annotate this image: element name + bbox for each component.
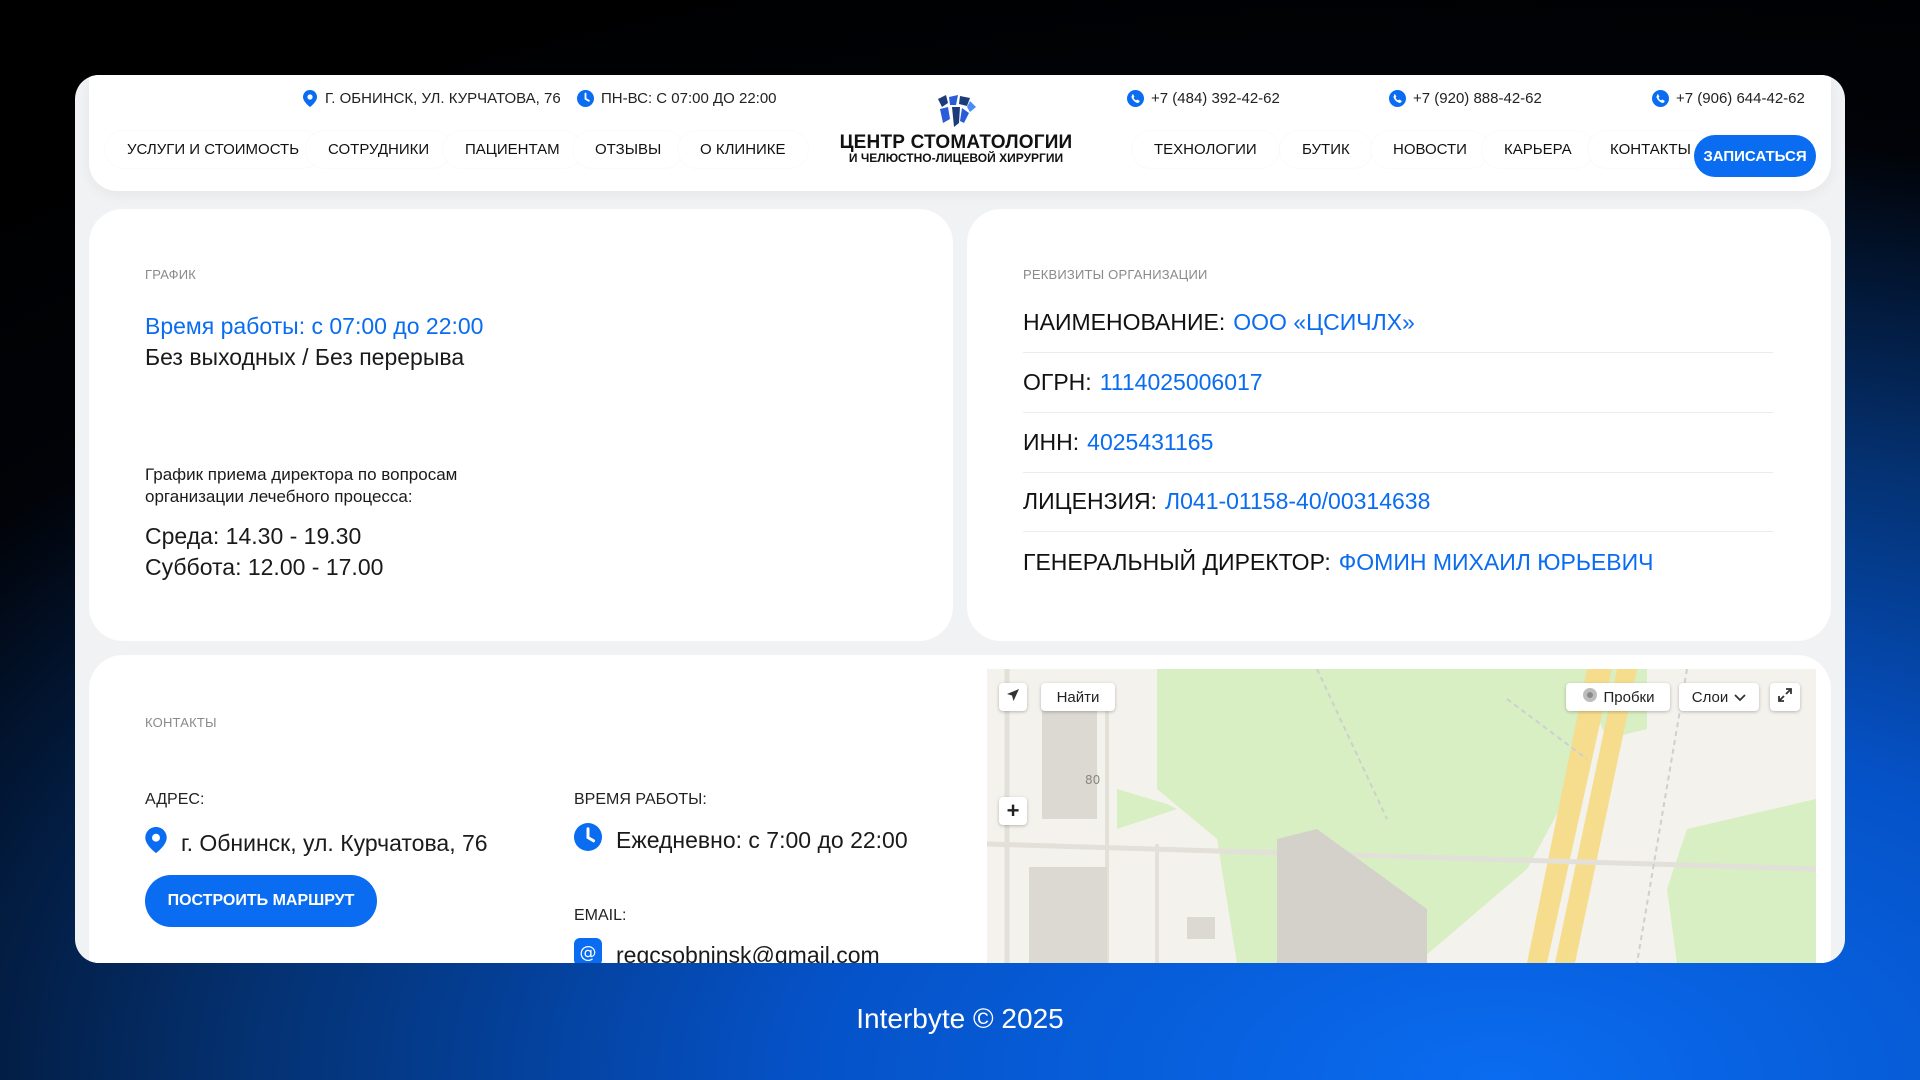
traffic-light-icon bbox=[1582, 687, 1598, 707]
requisite-row-director: ГЕНЕРАЛЬНЫЙ ДИРЕКТОР: ФОМИН МИХАИЛ ЮРЬЕВИ… bbox=[1023, 548, 1654, 575]
requisite-row-name: НАИМЕНОВАНИЕ: ООО «ЦСИЧЛХ» bbox=[1023, 293, 1773, 353]
yandex-map[interactable]: 80 Найти + Пробки Слои bbox=[987, 669, 1816, 963]
contact-address: г. Обнинск, ул. Курчатова, 76 bbox=[145, 827, 488, 859]
requisite-row-license: ЛИЦЕНЗИЯ: Л041-01158-40/00314638 bbox=[1023, 472, 1773, 532]
hours-label: ВРЕМЯ РАБОТЫ: bbox=[574, 791, 707, 808]
browser-page-frame: Г. ОБНИНСК, УЛ. КУРЧАТОВА, 76 ПН-ВС: С 0… bbox=[75, 75, 1845, 963]
nav-technologies[interactable]: ТЕХНОЛОГИИ bbox=[1132, 131, 1279, 168]
expand-icon bbox=[1778, 688, 1792, 706]
phone-icon bbox=[1127, 89, 1144, 107]
nav-staff[interactable]: СОТРУДНИКИ bbox=[306, 131, 452, 168]
footer-copyright: Interbyte © 2025 bbox=[856, 1003, 1064, 1034]
site-logo[interactable]: ЦЕНТР СТОМАТОЛОГИИ И ЧЕЛЮСТНО-ЛИЦЕВОЙ ХИ… bbox=[831, 93, 1081, 165]
nav-news[interactable]: НОВОСТИ bbox=[1371, 131, 1489, 168]
schedule-section-label: ГРАФИК bbox=[145, 267, 197, 282]
map-house-number: 80 bbox=[1085, 773, 1100, 787]
nav-career[interactable]: КАРЬЕРА bbox=[1482, 131, 1594, 168]
location-pin-icon bbox=[145, 827, 167, 859]
nav-services[interactable]: УСЛУГИ И СТОИМОСТЬ bbox=[105, 131, 322, 168]
director-schedule-days: Среда: 14.30 - 19.30 Суббота: 12.00 - 17… bbox=[145, 523, 384, 580]
director-schedule-note: График приема директора по вопросам орга… bbox=[145, 465, 458, 506]
requisite-row-ogrn: ОГРН: 1114025006017 bbox=[1023, 353, 1773, 413]
phone-icon bbox=[1652, 89, 1669, 107]
header-phone-3[interactable]: +7 (906) 644-42-62 bbox=[1652, 87, 1805, 109]
email-at-icon: @ bbox=[574, 938, 602, 963]
nav-reviews[interactable]: ОТЗЫВЫ bbox=[573, 131, 684, 168]
svg-text:@: @ bbox=[580, 943, 597, 963]
contacts-section-label: КОНТАКТЫ bbox=[145, 715, 217, 730]
header-hours: ПН-ВС: С 07:00 ДО 22:00 bbox=[577, 87, 777, 109]
nav-about[interactable]: О КЛИНИКЕ bbox=[678, 131, 808, 168]
requisites-card: РЕКВИЗИТЫ ОРГАНИЗАЦИИ НАИМЕНОВАНИЕ: ООО «… bbox=[967, 209, 1831, 641]
site-header: Г. ОБНИНСК, УЛ. КУРЧАТОВА, 76 ПН-ВС: С 0… bbox=[89, 75, 1831, 191]
tooth-logo-icon bbox=[938, 95, 976, 127]
requisite-row-inn: ИНН: 4025431165 bbox=[1023, 413, 1773, 473]
clock-icon bbox=[574, 823, 602, 857]
location-pin-icon bbox=[301, 89, 318, 107]
address-label: АДРЕС: bbox=[145, 791, 205, 808]
logo-subtitle: И ЧЕЛЮСТНО-ЛИЦЕВОЙ ХИРУРГИИ bbox=[848, 151, 1064, 165]
traffic-button[interactable]: Пробки bbox=[1566, 683, 1670, 711]
schedule-card: ГРАФИК Время работы: с 07:00 до 22:00 Бе… bbox=[89, 209, 953, 641]
clock-icon bbox=[577, 89, 594, 107]
fullscreen-button[interactable] bbox=[1770, 683, 1800, 711]
schedule-hours-sub: Без выходных / Без перерыва bbox=[145, 344, 465, 370]
logo-title: ЦЕНТР СТОМАТОЛОГИИ bbox=[839, 132, 1073, 153]
contact-hours: Ежедневно: с 7:00 до 22:00 bbox=[574, 823, 908, 857]
requisites-section-label: РЕКВИЗИТЫ ОРГАНИЗАЦИИ bbox=[1023, 267, 1208, 282]
map-tiles: 80 bbox=[987, 669, 1816, 963]
header-phone-2[interactable]: +7 (920) 888-42-62 bbox=[1389, 87, 1542, 109]
phone-icon bbox=[1389, 89, 1406, 107]
geolocation-button[interactable] bbox=[999, 683, 1027, 711]
plus-icon: + bbox=[1006, 798, 1020, 823]
zoom-in-button[interactable]: + bbox=[999, 797, 1027, 825]
layers-button[interactable]: Слои bbox=[1679, 683, 1759, 711]
header-phone-1[interactable]: +7 (484) 392-42-62 bbox=[1127, 87, 1280, 109]
map-find-button[interactable]: Найти bbox=[1041, 683, 1115, 711]
header-address[interactable]: Г. ОБНИНСК, УЛ. КУРЧАТОВА, 76 bbox=[301, 87, 561, 109]
nav-patients[interactable]: ПАЦИЕНТАМ bbox=[443, 131, 582, 168]
nav-boutique[interactable]: БУТИК bbox=[1280, 131, 1372, 168]
email-label: EMAIL: bbox=[574, 907, 627, 924]
schedule-hours-title: Время работы: с 07:00 до 22:00 bbox=[145, 313, 484, 339]
build-route-button[interactable]: ПОСТРОИТЬ МАРШРУТ bbox=[145, 875, 377, 927]
contact-email[interactable]: @ regcsobninsk@gmail.com bbox=[574, 938, 880, 963]
book-appointment-button[interactable]: ЗАПИСАТЬСЯ bbox=[1694, 135, 1816, 177]
chevron-down-icon bbox=[1734, 689, 1746, 706]
navigation-arrow-icon bbox=[1006, 688, 1020, 706]
